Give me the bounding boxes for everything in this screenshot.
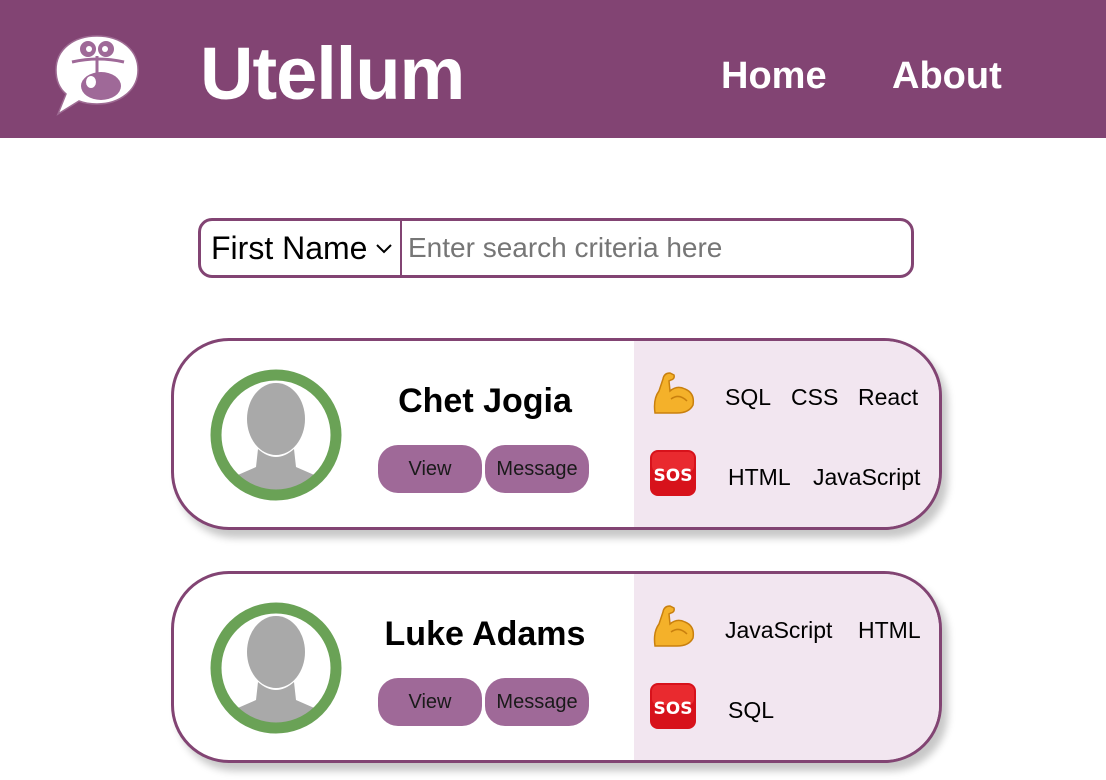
search-input[interactable] [402,221,911,275]
flexed-biceps-icon [649,602,697,650]
sos-icon [649,449,697,497]
avatar[interactable] [210,369,342,501]
nav-home-link[interactable]: Home [721,54,827,98]
view-button[interactable]: View [378,678,482,726]
profile-name: Chet Jogia [398,382,572,420]
avatar[interactable] [210,602,342,734]
nav-about-link[interactable]: About [892,54,1002,98]
strength-skill: CSS [791,384,839,410]
strength-skill: HTML [858,617,921,643]
message-button[interactable]: Message [485,445,589,493]
sos-icon [649,682,697,730]
view-button[interactable]: View [378,445,482,493]
app-title: Utellum [200,32,465,115]
flexed-biceps-icon [649,369,697,417]
top-bar: Utellum Home About [0,0,1106,138]
search-field-select[interactable]: First Name [201,221,402,275]
search-bar: First Name [198,218,914,278]
skills-panel: SQL CSS React HTML JavaScript [634,341,939,527]
chevron-down-icon [376,244,393,254]
strength-skill: React [858,384,919,410]
profile-name: Luke Adams [384,615,586,653]
help-skill: SQL [728,697,775,723]
help-skill: JavaScript [813,464,921,490]
message-button[interactable]: Message [485,678,589,726]
skills-panel: JavaScript HTML SQL [634,574,939,760]
profile-card: Chet Jogia View Message SQL CSS React HT… [171,338,942,530]
search-field-label: First Name [211,229,368,266]
help-skill: HTML [728,464,791,490]
profile-card: Luke Adams View Message JavaScript HTML … [171,571,942,763]
logo-icon[interactable] [54,32,140,116]
strength-skill: JavaScript [725,617,833,643]
strength-skill: SQL [725,384,772,410]
